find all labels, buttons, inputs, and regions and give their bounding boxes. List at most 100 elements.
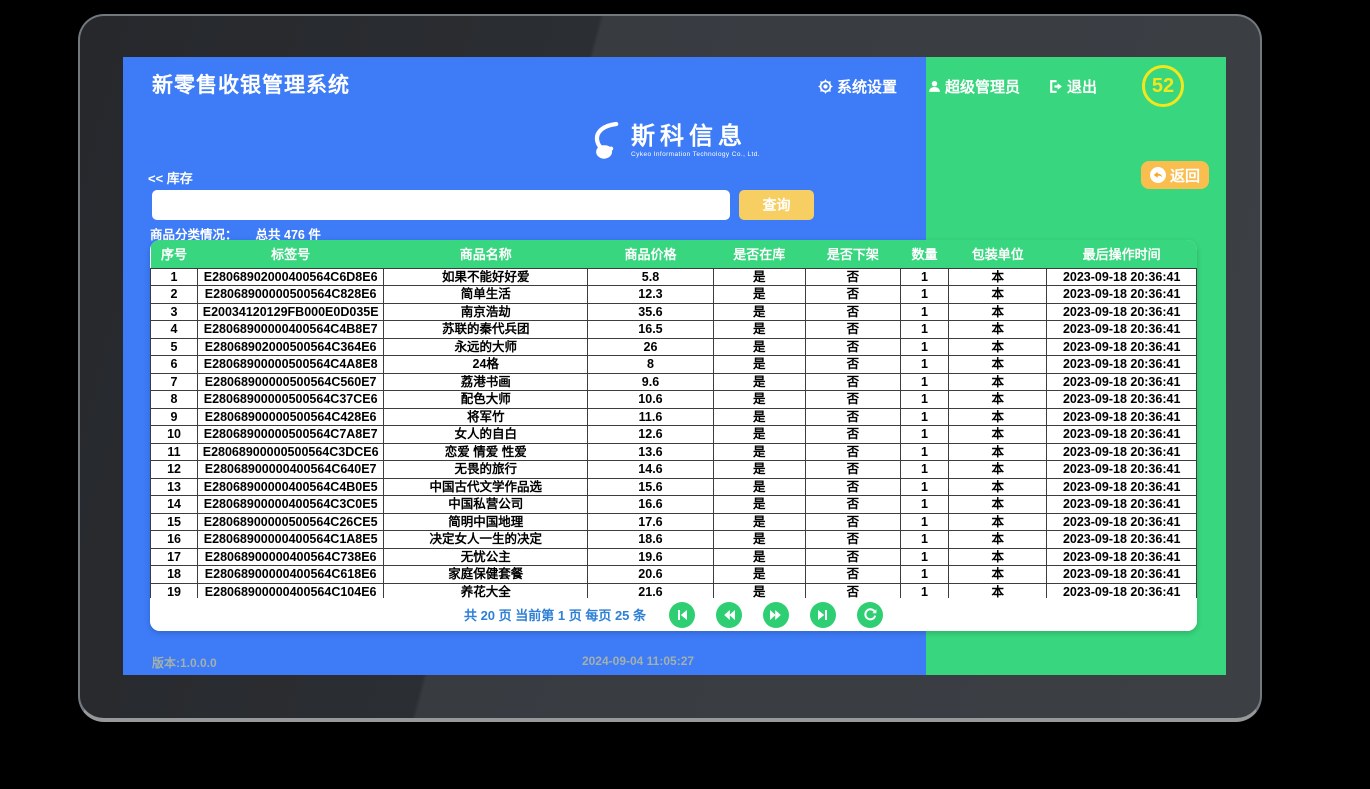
table-row[interactable]: 3E20034120129FB000E0D035E南京浩劫35.6是否1本202…	[151, 303, 1197, 321]
table-cell: E28068902000500564C364E6	[198, 338, 384, 356]
table-cell: 1	[900, 443, 948, 461]
table-cell: 1	[900, 391, 948, 409]
table-cell: 是	[713, 373, 805, 391]
table-row[interactable]: 15E28068900000500564C26CE5简明中国地理17.6是否1本…	[151, 513, 1197, 531]
table-cell: E28068900000500564C26CE5	[198, 513, 384, 531]
table-cell: E28068900000500564C828E6	[198, 286, 384, 304]
table-cell: 3	[151, 303, 198, 321]
table-cell: 本	[949, 338, 1047, 356]
logout-icon	[1048, 79, 1063, 94]
table-cell: 苏联的秦代兵团	[384, 321, 588, 339]
query-button[interactable]: 查询	[739, 190, 814, 220]
user-icon	[928, 80, 941, 93]
table-cell: 是	[713, 303, 805, 321]
table-cell: 是	[713, 391, 805, 409]
last-page-button[interactable]	[810, 602, 836, 628]
table-cell: E28068900000400564C1A8E5	[198, 531, 384, 549]
inventory-table-panel: 序号 标签号 商品名称 商品价格 是否在库 是否下架 数量 包装单位 最后操作时…	[150, 240, 1197, 631]
first-page-button[interactable]	[669, 602, 695, 628]
table-cell: 本	[949, 496, 1047, 514]
table-cell: 5.8	[588, 268, 714, 286]
table-cell: 2023-09-18 20:36:41	[1047, 461, 1197, 479]
table-row[interactable]: 7E28068900000500564C560E7荔港书画9.6是否1本2023…	[151, 373, 1197, 391]
menu-logout[interactable]: 退出	[1048, 76, 1097, 97]
table-cell: 中国私营公司	[384, 496, 588, 514]
table-row[interactable]: 5E28068902000500564C364E6永远的大师26是否1本2023…	[151, 338, 1197, 356]
column-header-unit: 包装单位	[949, 240, 1047, 268]
menu-current-user[interactable]: 超级管理员	[928, 76, 1020, 97]
table-cell: E28068900000400564C640E7	[198, 461, 384, 479]
table-cell: 11	[151, 443, 198, 461]
table-cell: E28068900000500564C7A8E7	[198, 426, 384, 444]
table-cell: 是	[713, 461, 805, 479]
table-cell: 是	[713, 513, 805, 531]
table-row[interactable]: 2E28068900000500564C828E6简单生活12.3是否1本202…	[151, 286, 1197, 304]
version-label: 版本:1.0.0.0	[152, 654, 217, 671]
table-body: 1E28068902000400564C6D8E6如果不能好好爱5.8是否1本2…	[151, 268, 1197, 618]
table-cell: E28068900000400564C618E6	[198, 566, 384, 584]
table-cell: 1	[900, 513, 948, 531]
table-cell: 1	[900, 303, 948, 321]
inventory-breadcrumb[interactable]: << 库存	[148, 168, 193, 187]
table-row[interactable]: 13E28068900000400564C4B0E5中国古代文学作品选15.6是…	[151, 478, 1197, 496]
table-cell: E28068902000400564C6D8E6	[198, 268, 384, 286]
table-cell: E28068900000400564C738E6	[198, 548, 384, 566]
table-cell: 10.6	[588, 391, 714, 409]
search-input[interactable]	[152, 190, 730, 220]
table-cell: 2023-09-18 20:36:41	[1047, 496, 1197, 514]
table-cell: E28068900000500564C4A8E8	[198, 356, 384, 374]
count-badge: 52	[1142, 65, 1184, 107]
table-row[interactable]: 16E28068900000400564C1A8E5决定女人一生的决定18.6是…	[151, 531, 1197, 549]
table-cell: 11.6	[588, 408, 714, 426]
first-page-icon	[675, 608, 689, 622]
inventory-table: 序号 标签号 商品名称 商品价格 是否在库 是否下架 数量 包装单位 最后操作时…	[150, 240, 1197, 619]
table-cell: 本	[949, 286, 1047, 304]
table-cell: 本	[949, 461, 1047, 479]
table-cell: 9.6	[588, 373, 714, 391]
table-cell: E28068900000500564C3DCE6	[198, 443, 384, 461]
table-row[interactable]: 18E28068900000400564C618E6家庭保健套餐20.6是否1本…	[151, 566, 1197, 584]
table-row[interactable]: 17E28068900000400564C738E6无忧公主19.6是否1本20…	[151, 548, 1197, 566]
table-cell: 1	[900, 461, 948, 479]
table-row[interactable]: 9E28068900000500564C428E6将军竹11.6是否1本2023…	[151, 408, 1197, 426]
return-button[interactable]: 返回	[1141, 161, 1209, 189]
table-row[interactable]: 1E28068902000400564C6D8E6如果不能好好爱5.8是否1本2…	[151, 268, 1197, 286]
app-title: 新零售收银管理系统	[152, 69, 350, 99]
table-cell: 本	[949, 408, 1047, 426]
column-header-tag: 标签号	[198, 240, 384, 268]
table-cell: 是	[713, 443, 805, 461]
table-cell: 1	[900, 268, 948, 286]
table-row[interactable]: 6E28068900000500564C4A8E824格8是否1本2023-09…	[151, 356, 1197, 374]
table-row[interactable]: 4E28068900000400564C4B8E7苏联的秦代兵团16.5是否1本…	[151, 321, 1197, 339]
table-header-row: 序号 标签号 商品名称 商品价格 是否在库 是否下架 数量 包装单位 最后操作时…	[151, 240, 1197, 268]
table-row[interactable]: 14E28068900000400564C3C0E5中国私营公司16.6是否1本…	[151, 496, 1197, 514]
table-cell: 否	[805, 268, 900, 286]
table-cell: 否	[805, 566, 900, 584]
refresh-button[interactable]	[857, 602, 883, 628]
table-cell: 否	[805, 321, 900, 339]
table-cell: 2023-09-18 20:36:41	[1047, 338, 1197, 356]
table-cell: 是	[713, 496, 805, 514]
table-cell: 是	[713, 426, 805, 444]
table-cell: 本	[949, 566, 1047, 584]
table-cell: 1	[900, 356, 948, 374]
table-cell: 永远的大师	[384, 338, 588, 356]
table-cell: 是	[713, 286, 805, 304]
menu-system-settings[interactable]: 系统设置	[818, 76, 897, 97]
table-row[interactable]: 10E28068900000500564C7A8E7女人的自白12.6是否1本2…	[151, 426, 1197, 444]
table-cell: E28068900000400564C3C0E5	[198, 496, 384, 514]
table-cell: 否	[805, 461, 900, 479]
table-cell: 2023-09-18 20:36:41	[1047, 391, 1197, 409]
table-row[interactable]: 12E28068900000400564C640E7无畏的旅行14.6是否1本2…	[151, 461, 1197, 479]
table-cell: 2023-09-18 20:36:41	[1047, 321, 1197, 339]
table-row[interactable]: 8E28068900000500564C37CE6配色大师10.6是否1本202…	[151, 391, 1197, 409]
table-cell: 35.6	[588, 303, 714, 321]
table-row[interactable]: 11E28068900000500564C3DCE6恋爱 情爱 性爱13.6是否…	[151, 443, 1197, 461]
table-cell: 2023-09-18 20:36:41	[1047, 356, 1197, 374]
next-page-button[interactable]	[763, 602, 789, 628]
table-cell: 否	[805, 303, 900, 321]
prev-page-button[interactable]	[716, 602, 742, 628]
logo-subtitle: Cykeo Information Technology Co., Ltd.	[631, 151, 760, 158]
table-cell: 否	[805, 391, 900, 409]
table-cell: 14	[151, 496, 198, 514]
